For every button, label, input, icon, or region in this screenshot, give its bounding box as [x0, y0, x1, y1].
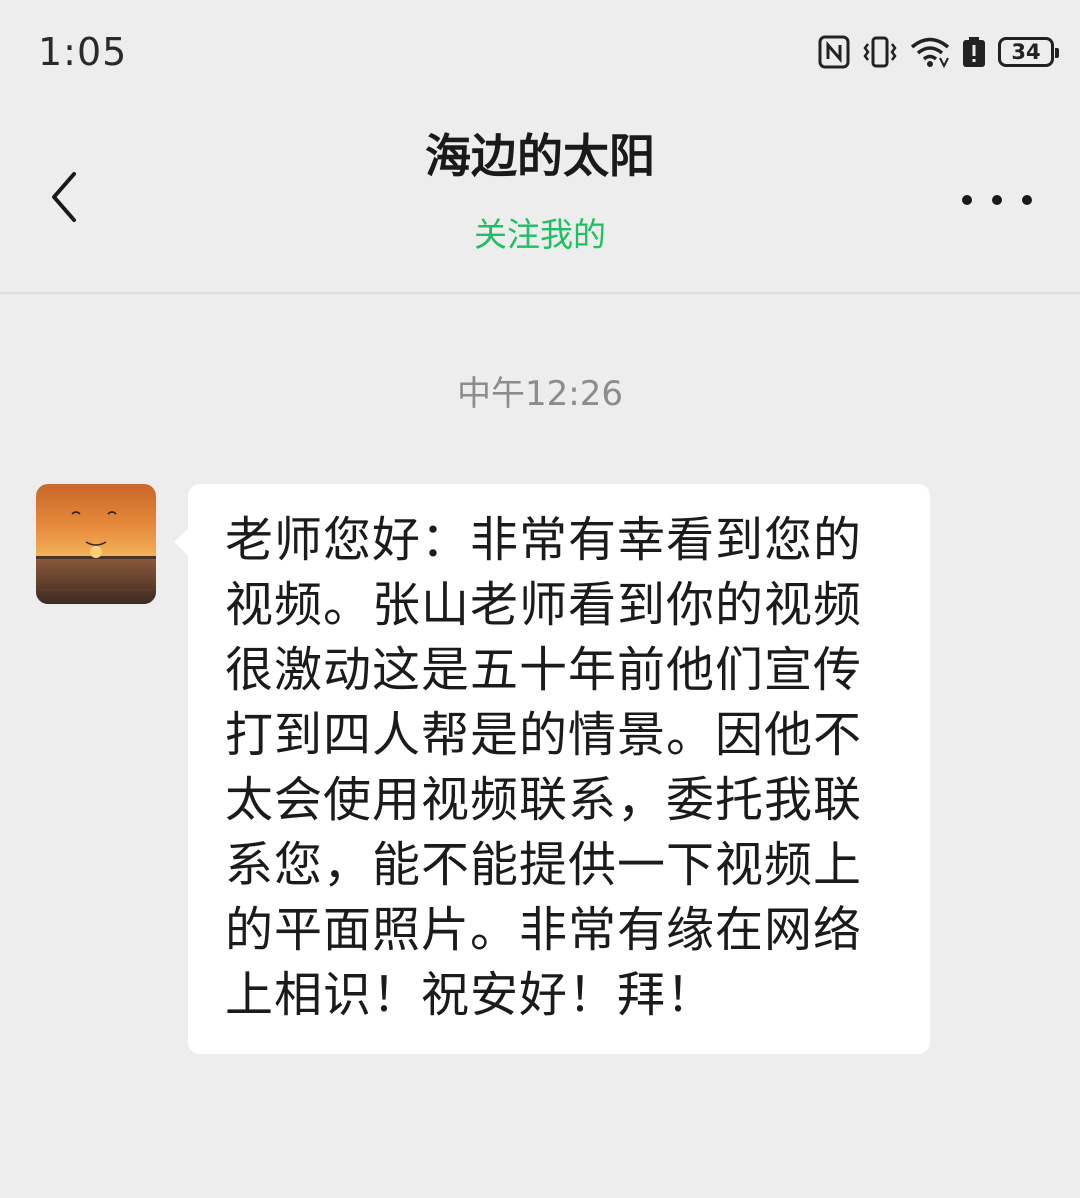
- contact-name: 海边的太阳: [425, 129, 655, 183]
- status-icons: 34: [818, 33, 1059, 71]
- battery-saver-icon: [962, 36, 986, 68]
- vibrate-icon: [862, 35, 898, 69]
- battery-icon: 34: [998, 37, 1059, 67]
- message-text: 老师您好：非常有幸看到您的视频。张山老师看到你的视频很激动这是五十年前他们宣传打…: [225, 512, 863, 1023]
- message-timestamp: 中午12:26: [457, 374, 623, 414]
- message-bubble[interactable]: 老师您好：非常有幸看到您的视频。张山老师看到你的视频很激动这是五十年前他们宣传打…: [174, 484, 930, 1054]
- status-bar: 1:05 34: [0, 0, 1080, 100]
- message-bubble-wrap: 老师您好：非常有幸看到您的视频。张山老师看到你的视频很激动这是五十年前他们宣传打…: [174, 484, 930, 1054]
- status-time: 1:05: [38, 30, 128, 74]
- more-dot: [962, 195, 972, 205]
- chat-header: 海边的太阳 关注我的: [0, 100, 1080, 294]
- nfc-icon: [818, 35, 850, 69]
- follow-status[interactable]: 关注我的: [0, 208, 1080, 256]
- more-dot: [1022, 195, 1032, 205]
- sunset-avatar-image: [36, 484, 156, 604]
- sender-avatar[interactable]: [36, 484, 156, 604]
- bubble-tail: [174, 528, 189, 556]
- more-button[interactable]: [962, 178, 1032, 222]
- more-dot: [992, 195, 1002, 205]
- battery-level: 34: [1011, 40, 1041, 64]
- wifi-icon: [910, 36, 950, 68]
